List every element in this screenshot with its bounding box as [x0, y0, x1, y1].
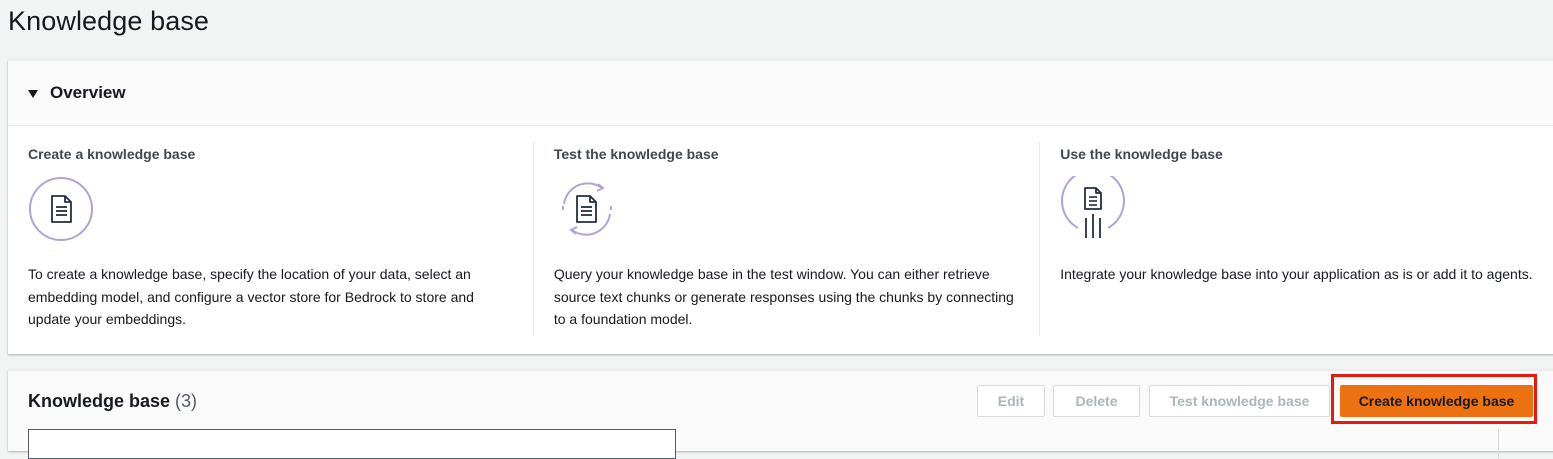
edit-button[interactable]: Edit: [977, 385, 1045, 417]
column-description: To create a knowledge base, specify the …: [28, 266, 474, 327]
column-heading: Use the knowledge base: [1060, 146, 1223, 162]
document-refresh-icon: [561, 182, 612, 236]
kb-table-title: Knowledge base (3): [28, 391, 197, 412]
overview-header[interactable]: Overview: [8, 61, 1553, 126]
create-knowledge-base-button[interactable]: Create knowledge base: [1340, 385, 1533, 417]
overview-title: Overview: [50, 83, 126, 102]
overview-column-use: Use the knowledge base Integrate your kn…: [1039, 142, 1553, 336]
document-integrate-icon: [1061, 168, 1126, 238]
column-description: Query your knowledge base in the test wi…: [553, 266, 1014, 327]
column-heading: Create a knowledge base: [28, 146, 196, 162]
overview-column-create: Create a knowledge base To create a know…: [8, 126, 533, 354]
overview-column-test: Test the knowledge base Query your knowl…: [532, 142, 1039, 336]
caret-down-icon[interactable]: [28, 89, 38, 98]
column-description: Integrate your knowledge base into your …: [1060, 266, 1533, 282]
test-knowledge-base-button[interactable]: Test knowledge base: [1149, 385, 1330, 417]
column-heading: Test the knowledge base: [553, 146, 719, 162]
knowledge-base-table-panel: Knowledge base (3) Edit Delete Test know…: [8, 370, 1553, 459]
kb-count: (3): [175, 391, 198, 411]
page-title: Knowledge base: [8, 6, 210, 36]
delete-button[interactable]: Delete: [1053, 385, 1140, 417]
kb-table-title-text: Knowledge base: [28, 391, 171, 411]
document-icon: [29, 177, 93, 241]
overview-panel: Overview Create a knowledge base To crea…: [8, 60, 1553, 354]
